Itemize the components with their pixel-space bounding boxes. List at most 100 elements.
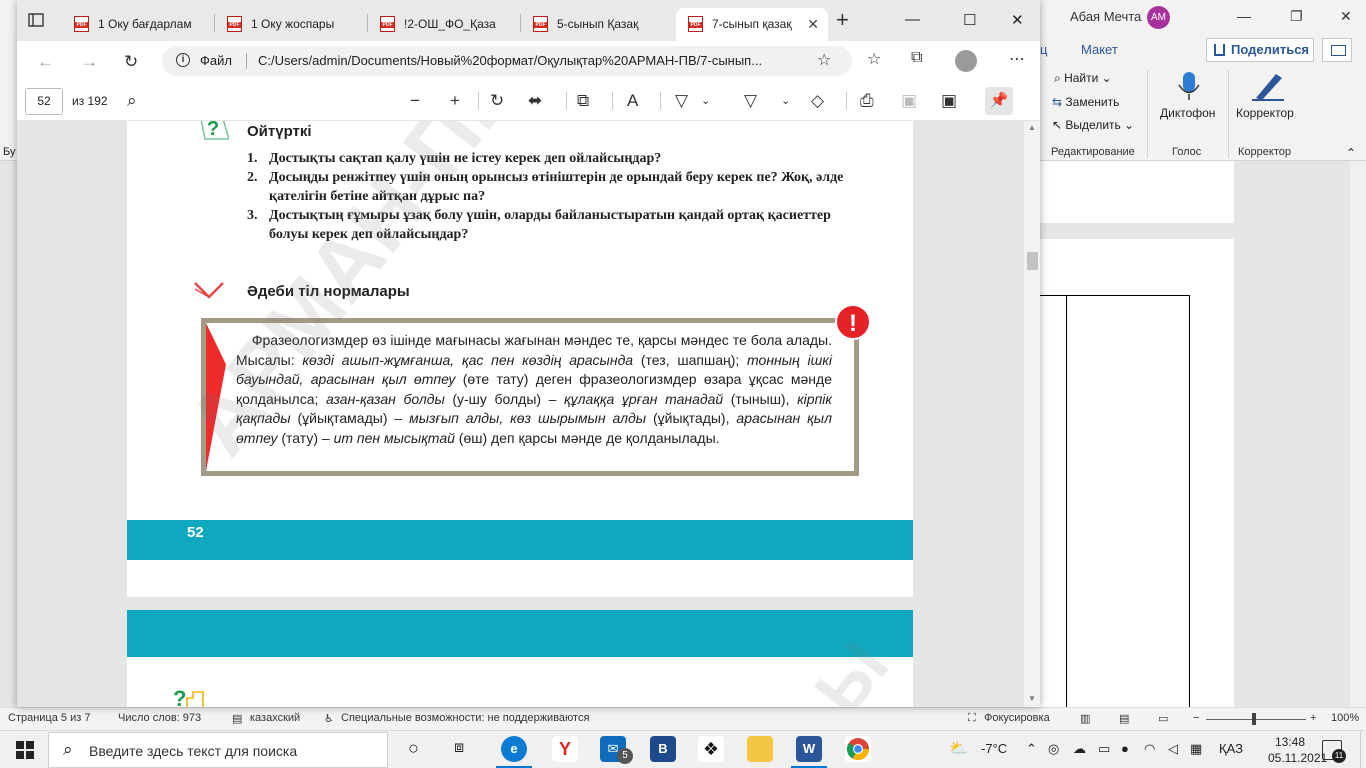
pin-toolbar-icon[interactable]: 📌 xyxy=(985,87,1013,115)
dictation-button[interactable]: Диктофон xyxy=(1160,70,1220,126)
maximize-icon[interactable]: ☐ xyxy=(963,11,976,29)
replace-button[interactable]: ⇆ Заменить xyxy=(1052,95,1119,109)
microphone-icon[interactable]: ● xyxy=(1121,741,1129,756)
status-accessibility[interactable]: Специальные возможности: не поддерживают… xyxy=(341,712,589,724)
save-as-icon[interactable]: ▣ xyxy=(941,91,957,111)
more-icon[interactable]: ⋯ xyxy=(1009,49,1025,69)
url-field[interactable]: i Файл C:/Users/admin/Documents/Новый%20… xyxy=(162,46,852,76)
cortana-icon[interactable]: ○ xyxy=(408,738,419,759)
browser-tab[interactable]: 1 Оку бағдарлам xyxy=(62,8,215,41)
restore-icon[interactable]: ❐ xyxy=(1290,8,1303,25)
refresh-icon[interactable]: ↻ xyxy=(124,52,138,72)
web-layout-icon[interactable]: ▭ xyxy=(1158,712,1168,725)
minimize-icon[interactable]: — xyxy=(905,11,920,28)
temperature[interactable]: -7°C xyxy=(981,741,1007,756)
scroll-down-icon[interactable]: ▼ xyxy=(1028,694,1036,703)
status-focus[interactable]: Фокусировка xyxy=(984,712,1050,724)
b-app-icon[interactable]: B xyxy=(650,736,676,762)
info-icon[interactable]: i xyxy=(176,53,190,67)
input-language[interactable]: ҚАЗ xyxy=(1219,741,1243,756)
scrollbar-thumb[interactable] xyxy=(1027,252,1038,270)
zoom-out-icon[interactable]: − xyxy=(1193,712,1199,724)
ribbon-tab-layout[interactable]: Макет xyxy=(1081,42,1118,57)
yandex-browser-icon[interactable]: Y xyxy=(552,736,578,762)
highlight-icon[interactable]: ▽ xyxy=(744,91,757,111)
find-button[interactable]: ⌕ Найти ⌄ xyxy=(1054,71,1112,86)
collections-icon[interactable]: ⧉ xyxy=(911,49,922,67)
minimize-icon[interactable]: — xyxy=(1237,8,1251,24)
close-icon[interactable]: ✕ xyxy=(1340,8,1352,25)
file-explorer-icon[interactable] xyxy=(747,736,773,762)
status-language[interactable]: казахский xyxy=(250,712,300,724)
search-icon[interactable]: ⌕ xyxy=(127,91,137,111)
chevron-up-icon[interactable]: ⌃ xyxy=(1026,741,1037,757)
page-view-icon[interactable]: ⧉ xyxy=(577,91,589,111)
show-desktop[interactable] xyxy=(1360,731,1366,768)
select-button[interactable]: ↖ Выделить ⌄ xyxy=(1052,118,1134,132)
close-tab-icon[interactable]: ✕ xyxy=(807,16,819,33)
document-page[interactable] xyxy=(1040,239,1234,709)
read-mode-icon[interactable]: ▥ xyxy=(1080,712,1090,725)
ribbon-tab-partial[interactable]: ц xyxy=(1040,42,1047,57)
volume-icon[interactable]: ◁ xyxy=(1168,741,1178,757)
close-icon[interactable]: ✕ xyxy=(1011,11,1024,29)
document-page[interactable] xyxy=(1040,161,1234,223)
browser-tab[interactable]: 5-сынып Қазақ xyxy=(521,8,674,41)
windows-start-icon[interactable] xyxy=(16,741,34,759)
profile-avatar[interactable] xyxy=(955,50,977,72)
erase-icon[interactable]: ◇ xyxy=(811,91,824,111)
word-scrollbar[interactable] xyxy=(1350,161,1366,707)
pdf-viewer[interactable]: ? Ойтүрткі 1. Достықты сақтап қалу үшін н… xyxy=(17,121,1040,707)
meet-now-icon[interactable]: ◎ xyxy=(1048,741,1059,757)
scroll-up-icon[interactable]: ▲ xyxy=(1028,123,1036,132)
weather-icon[interactable]: ⛅ xyxy=(949,739,968,757)
word-user-name[interactable]: Абая Мечта xyxy=(1070,9,1141,24)
word-avatar[interactable]: AM xyxy=(1147,6,1170,29)
chevron-down-icon[interactable]: ⌄ xyxy=(701,91,710,111)
status-words[interactable]: Число слов: 973 xyxy=(118,712,201,724)
browser-tab[interactable]: !2-ОШ_ФО_Қаза xyxy=(368,8,521,41)
print-layout-icon[interactable]: ▤ xyxy=(1119,712,1129,725)
word-app-icon[interactable]: W xyxy=(796,736,822,762)
wifi-icon[interactable]: ◠ xyxy=(1144,741,1155,757)
new-tab-button[interactable]: + xyxy=(836,9,849,31)
task-view-icon[interactable]: ⧈ xyxy=(454,739,464,757)
zoom-in-icon[interactable]: + xyxy=(1310,712,1316,724)
zoom-out-icon[interactable]: − xyxy=(410,91,420,111)
status-page[interactable]: Страница 5 из 7 xyxy=(8,712,90,724)
share-button[interactable]: Поделиться xyxy=(1206,38,1314,62)
zoom-slider-thumb[interactable] xyxy=(1252,713,1256,725)
proofing-icon[interactable]: ▤ xyxy=(232,712,242,725)
back-icon[interactable]: ← xyxy=(37,52,54,72)
zoom-in-icon[interactable]: + xyxy=(450,91,460,111)
print-icon[interactable]: ⎙ xyxy=(860,91,874,111)
rotate-icon[interactable]: ↻ xyxy=(490,91,504,111)
editor-button[interactable]: Корректор xyxy=(1236,70,1300,126)
collapse-ribbon-icon[interactable]: ⌃ xyxy=(1346,146,1356,160)
read-aloud-icon[interactable]: A xyxy=(627,91,638,111)
forward-icon[interactable]: → xyxy=(81,52,98,72)
dropbox-icon[interactable]: ❖ xyxy=(698,736,724,762)
cloud-icon[interactable]: ☁ xyxy=(1073,741,1086,757)
browser-tab[interactable]: 1 Оку жоспары xyxy=(215,8,368,41)
save-icon[interactable]: ▣ xyxy=(901,91,917,111)
edge-app-icon[interactable]: e xyxy=(501,736,527,762)
fit-width-icon[interactable]: ⬌ xyxy=(528,91,542,111)
favorites-icon[interactable]: ☆ xyxy=(867,49,881,69)
status-zoom[interactable]: 100% xyxy=(1331,712,1359,724)
chevron-down-icon[interactable]: ⌄ xyxy=(781,91,790,111)
keyboard-icon[interactable]: ▦ xyxy=(1190,741,1202,757)
draw-icon[interactable]: ▽ xyxy=(675,91,688,111)
page-number-input[interactable]: 52 xyxy=(25,88,63,115)
pdf-scrollbar[interactable]: ▲ ▼ xyxy=(1024,121,1040,707)
tab-actions-icon[interactable] xyxy=(27,11,45,29)
add-favorite-icon[interactable]: ☆ xyxy=(817,50,831,70)
comment-button[interactable] xyxy=(1322,38,1352,62)
zoom-slider[interactable] xyxy=(1206,719,1306,720)
browser-tab-active[interactable]: 7-сынып қазақ ✕ xyxy=(676,8,828,41)
url-text[interactable]: C:/Users/admin/Documents/Новый%20формат/… xyxy=(258,53,803,68)
clock[interactable]: 13:48 05.11.2021 xyxy=(1268,734,1327,766)
taskbar-search[interactable]: ⌕ Введите здесь текст для поиска xyxy=(48,732,388,768)
chrome-icon[interactable] xyxy=(845,736,871,762)
battery-icon[interactable]: ▭ xyxy=(1098,741,1110,757)
